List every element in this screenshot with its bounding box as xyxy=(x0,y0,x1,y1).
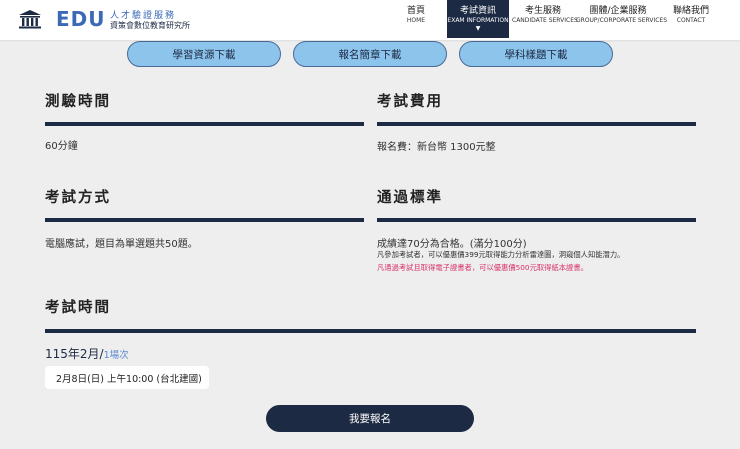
registration-brochure-download-button[interactable]: 報名簡章下載 xyxy=(293,41,447,67)
nav-group-services[interactable]: 團體/企業服務 GROUP/CORPORATE SERVICES xyxy=(576,0,668,38)
signup-button[interactable]: 我要報名 xyxy=(266,405,474,432)
learning-resources-download-button[interactable]: 學習資源下載 xyxy=(127,41,281,67)
nav-candidate-label: 考生服務 xyxy=(524,6,561,16)
nav-exam-label: 考試資訊 xyxy=(459,6,496,16)
nav-contact[interactable]: 聯絡我們 CONTACT xyxy=(668,0,714,38)
nav-group-sublabel: GROUP/CORPORATE SERVICES xyxy=(576,17,668,24)
nav-home-sublabel: HOME xyxy=(406,17,426,24)
caret-down-icon: ▼ xyxy=(475,25,481,32)
nav-group-label: 團體/企業服務 xyxy=(589,6,647,16)
duration-value: 60分鐘 xyxy=(45,141,78,152)
nav-candidate-services[interactable]: 考生服務 CANDIDATE SERVICES xyxy=(512,0,578,38)
fee-heading: 考試費用 xyxy=(377,94,443,110)
nav-home[interactable]: 首頁 HOME xyxy=(398,0,434,38)
fee-value: 報名費：新台幣 1300元整 xyxy=(377,142,496,153)
exam-session-card[interactable]: 2月8日(日) 上午10:00 (台北建國) xyxy=(45,366,209,389)
method-value: 電腦應試，題目為單選題共50題。 xyxy=(45,239,198,250)
schedule-divider xyxy=(45,329,696,333)
method-divider xyxy=(45,218,364,222)
site-header: EDU 人才驗證服務 資策會數位教育研究所 首頁 HOME 考試資訊 EXAM … xyxy=(0,0,740,40)
radar-chart-offer-note: 凡參加考試者，可以優惠價399元取得能力分析雷達圖，洞窺個人知能潛力。 xyxy=(377,250,625,259)
logo-org: 資策會數位教育研究所 xyxy=(110,21,190,30)
pass-divider xyxy=(377,218,696,222)
method-heading: 考試方式 xyxy=(45,190,111,206)
sample-questions-download-button[interactable]: 學科樣題下載 xyxy=(459,41,613,67)
nav-candidate-sublabel: CANDIDATE SERVICES xyxy=(512,17,578,24)
nav-exam-sublabel: EXAM INFORMATION xyxy=(447,17,509,24)
fee-divider xyxy=(377,122,696,126)
duration-divider xyxy=(45,122,364,126)
nav-contact-label: 聯絡我們 xyxy=(672,6,709,16)
pass-value: 成績達70分為合格。(滿分100分) xyxy=(377,239,527,250)
schedule-heading: 考試時間 xyxy=(45,300,111,316)
duration-heading: 測驗時間 xyxy=(45,94,111,110)
nav-exam-information[interactable]: 考試資訊 EXAM INFORMATION ▼ xyxy=(447,0,509,38)
schedule-month: 115年2月/1場次 xyxy=(45,345,129,362)
logo-text[interactable]: EDU xyxy=(56,7,106,31)
pass-heading: 通過標準 xyxy=(377,190,443,206)
building-logo-icon[interactable] xyxy=(18,9,42,29)
nav-contact-sublabel: CONTACT xyxy=(676,17,706,24)
paper-certificate-offer-note: 凡通過考試且取得電子證書者，可以優惠價500元取得紙本證書。 xyxy=(377,263,588,272)
nav-home-label: 首頁 xyxy=(406,6,425,16)
session-count: 1場次 xyxy=(103,350,129,361)
schedule-month-label: 115年2月/ xyxy=(45,347,104,361)
